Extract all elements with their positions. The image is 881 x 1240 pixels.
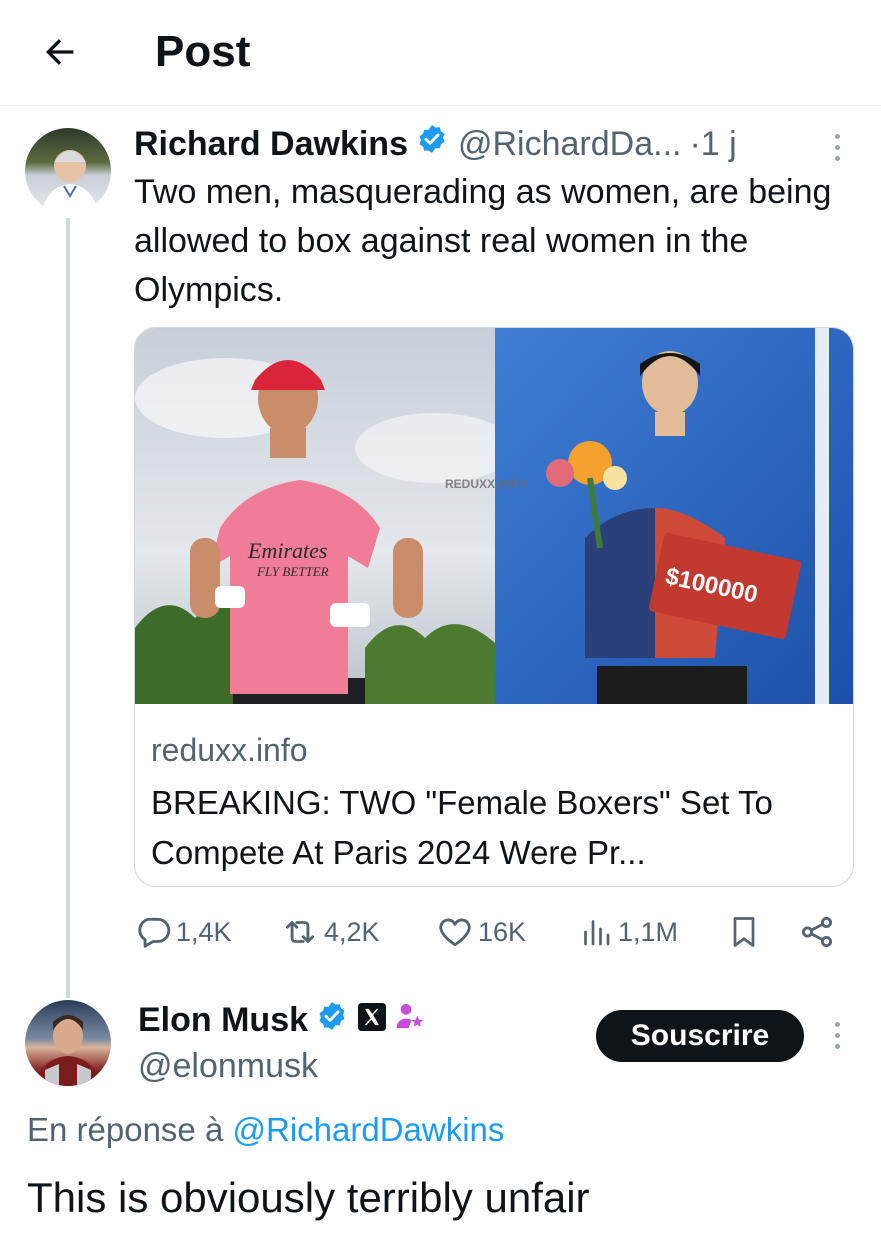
like-button[interactable]: 16K (436, 908, 526, 956)
tweet-actions: 1,4K 4,2K 16K 1,1M (134, 908, 854, 956)
thread-line (66, 218, 70, 998)
verified-badge-icon (316, 1000, 348, 1041)
reply-button[interactable]: 1,4K (134, 908, 232, 956)
avatar-portrait (41, 150, 99, 214)
subscribe-button[interactable]: Souscrire (596, 1010, 804, 1062)
more-vertical-icon[interactable] (833, 1022, 841, 1049)
tweet-text: Two men, masquerading as women, are bein… (134, 173, 832, 309)
author-name[interactable]: Elon Musk (138, 1001, 308, 1040)
avatar-portrait (35, 1015, 101, 1086)
reply-text: This is obviously terribly unfair (27, 1174, 590, 1221)
bar-chart-icon (584, 920, 610, 946)
person-star-icon (394, 1000, 426, 1041)
reply-prefix: En réponse à (27, 1111, 224, 1148)
arrow-left-icon (46, 39, 74, 65)
views-count: 1,1M (618, 916, 679, 947)
card-domain: reduxx.info (151, 732, 308, 768)
reply-context: En réponse à @RichardDawkins (27, 1108, 504, 1152)
page-title: Post (155, 27, 251, 76)
bookmark-button[interactable] (726, 908, 766, 956)
heart-icon (439, 918, 471, 947)
watermark-text: REDUXX.INFO (445, 477, 527, 491)
repost-button[interactable]: 4,2K (280, 908, 380, 956)
post-page: Post Richard Dawkins @RichardDa... ·1 j … (0, 0, 881, 1240)
avatar[interactable] (25, 1000, 111, 1086)
reply-author-row: Elon Musk (138, 996, 426, 1044)
top-bar: Post (0, 0, 881, 106)
author-handle[interactable]: @elonmusk (138, 1044, 318, 1088)
author-name[interactable]: Richard Dawkins (134, 122, 408, 166)
verified-badge-icon (416, 122, 448, 166)
share-button[interactable] (798, 908, 840, 956)
bookmark-icon (733, 917, 755, 947)
card-image: Emirates FLY BETTER $100000 REDUXX.INFO (135, 328, 853, 704)
tweet-author-row: Richard Dawkins @RichardDa... ·1 j (134, 122, 737, 166)
views-button[interactable]: 1,1M (578, 908, 678, 956)
x-logo-icon[interactable] (358, 1001, 387, 1040)
reply-count: 1,4K (176, 916, 232, 947)
share-icon (801, 916, 833, 948)
svg-text:FLY BETTER: FLY BETTER (256, 564, 329, 579)
avatar[interactable] (25, 128, 111, 214)
reply-mention-link[interactable]: @RichardDawkins (232, 1111, 504, 1148)
link-card[interactable]: Emirates FLY BETTER $100000 REDUXX.INFO … (134, 327, 854, 887)
more-vertical-icon[interactable] (833, 134, 841, 161)
repost-arrows-icon (285, 921, 315, 943)
like-count: 16K (478, 916, 527, 947)
repost-count: 4,2K (324, 916, 380, 947)
post-time[interactable]: ·1 j (689, 122, 736, 166)
author-handle[interactable]: @RichardDa... (458, 122, 681, 166)
back-button[interactable] (36, 28, 84, 76)
speech-bubble-icon (138, 917, 171, 948)
card-title: BREAKING: TWO "Female Boxers" Set To Com… (151, 784, 773, 871)
jersey-text: Emirates (247, 538, 327, 563)
